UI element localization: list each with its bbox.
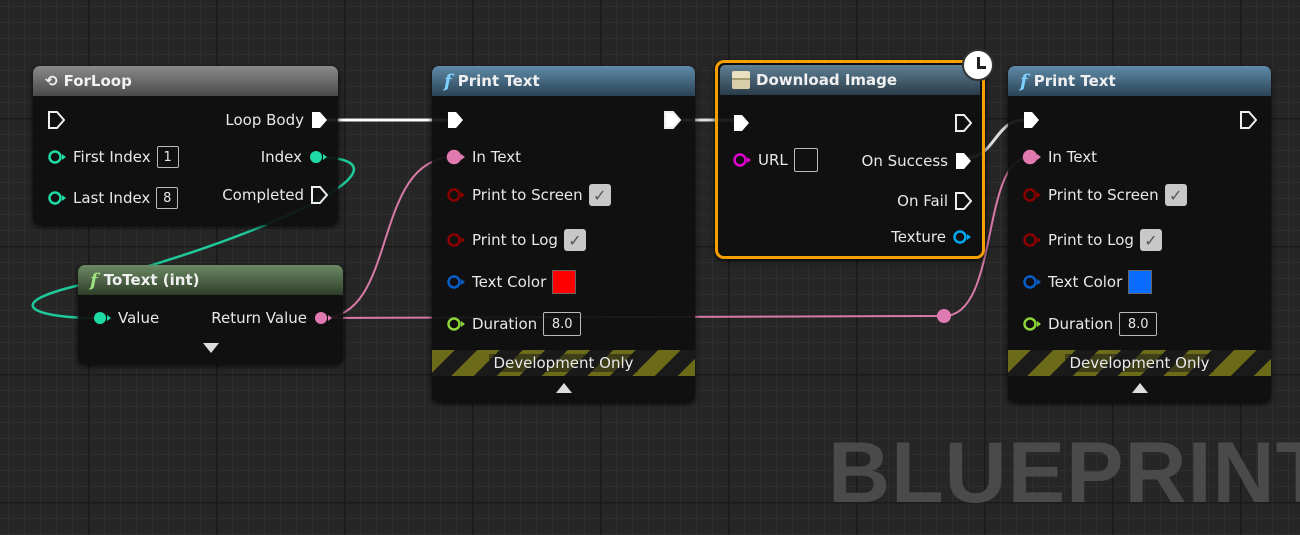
function-icon: f — [444, 70, 452, 92]
text-color-label: Text Color — [472, 273, 547, 291]
pin-icon[interactable] — [446, 232, 466, 248]
url-input[interactable] — [793, 148, 818, 172]
exec-out-pin[interactable] — [954, 111, 972, 135]
duration-label: Duration — [472, 315, 538, 333]
first-index-input[interactable]: 1 — [156, 146, 179, 168]
text-color-swatch[interactable] — [1128, 270, 1153, 294]
in-text-label: In Text — [1048, 148, 1098, 166]
print-text-node-2[interactable]: f Print Text In Text Print to Screen ✓ Pri… — [1008, 66, 1271, 402]
node-title: Print Text — [1033, 72, 1116, 90]
print-to-log-label: Print to Log — [472, 231, 558, 249]
node-title: ToText (int) — [103, 271, 200, 289]
development-only-banner: Development Only — [432, 350, 695, 376]
latent-clock-icon — [962, 49, 994, 81]
print-to-log-checkbox[interactable]: ✓ — [1139, 229, 1162, 251]
string-pin-icon[interactable] — [732, 152, 752, 168]
exec-in-pin[interactable] — [47, 108, 65, 132]
int-pin-icon[interactable] — [47, 149, 67, 165]
text-color-label: Text Color — [1048, 273, 1123, 291]
index-label: Index — [260, 148, 302, 166]
print-to-log-checkbox[interactable]: ✓ — [563, 229, 586, 251]
text-color-swatch[interactable] — [552, 270, 577, 294]
print-text-node-1[interactable]: f Print Text In Text Print to Screen ✓ Pri… — [432, 66, 695, 402]
development-only-label: Development Only — [1065, 354, 1214, 372]
last-index-input[interactable]: 8 — [156, 187, 179, 209]
last-index-label: Last Index — [73, 189, 151, 207]
collapse-arrow-icon[interactable] — [555, 383, 572, 393]
value-label: Value — [118, 309, 160, 327]
loop-icon: ⟲ — [45, 72, 58, 90]
pin-icon[interactable] — [446, 187, 466, 203]
exec-in-pin[interactable] — [446, 108, 464, 132]
completed-label: Completed — [222, 186, 304, 204]
node-title: Print Text — [457, 72, 540, 90]
print-to-screen-label: Print to Screen — [1048, 186, 1159, 204]
return-value-label: Return Value — [211, 309, 307, 327]
download-image-node[interactable]: Download Image URL On Success On Fail Te… — [715, 49, 994, 259]
exec-out-pin[interactable] — [310, 185, 328, 205]
totext-node[interactable]: f ToText (int) Value Return Value — [78, 265, 343, 364]
in-text-label: In Text — [472, 148, 522, 166]
blueprint-watermark: BLUEPRINT — [828, 425, 1300, 521]
loop-body-label: Loop Body — [225, 111, 304, 129]
exec-in-pin[interactable] — [1022, 108, 1040, 132]
object-pin-icon[interactable] — [952, 229, 972, 245]
duration-input[interactable]: 8.0 — [1119, 312, 1158, 336]
pin-icon[interactable] — [446, 316, 466, 332]
pin-icon[interactable] — [1022, 187, 1042, 203]
latent-node-icon — [732, 71, 750, 89]
int-pin-icon[interactable] — [308, 149, 328, 165]
exec-out-pin[interactable] — [663, 108, 681, 132]
print-to-screen-checkbox[interactable]: ✓ — [1164, 184, 1187, 206]
exec-in-pin[interactable] — [732, 111, 750, 135]
pin-icon[interactable] — [446, 274, 466, 290]
forloop-node[interactable]: ⟲ ForLoop First Index 1 Last Index 8 Loop B… — [33, 66, 338, 225]
pin-icon[interactable] — [1022, 274, 1042, 290]
exec-out-pin[interactable] — [954, 191, 972, 211]
exec-out-pin[interactable] — [1239, 108, 1257, 132]
exec-out-pin[interactable] — [310, 110, 328, 130]
reroute-knot — [937, 309, 951, 323]
pin-icon[interactable] — [1022, 316, 1042, 332]
exec-out-pin[interactable] — [954, 151, 972, 171]
pin-icon[interactable] — [1022, 232, 1042, 248]
texture-label: Texture — [891, 228, 946, 246]
text-pin-icon[interactable] — [313, 310, 333, 326]
pin-icon[interactable] — [446, 149, 466, 165]
print-to-log-label: Print to Log — [1048, 231, 1134, 249]
node-title: Download Image — [756, 71, 898, 89]
int-pin-icon[interactable] — [47, 190, 67, 206]
url-label: URL — [758, 151, 788, 169]
first-index-label: First Index — [73, 148, 151, 166]
function-icon: f — [1020, 70, 1028, 92]
duration-label: Duration — [1048, 315, 1114, 333]
expand-arrow-icon[interactable] — [202, 343, 219, 353]
print-to-screen-checkbox[interactable]: ✓ — [588, 184, 611, 206]
function-icon: f — [90, 269, 98, 291]
int-pin-icon[interactable] — [92, 310, 112, 326]
print-to-screen-label: Print to Screen — [472, 186, 583, 204]
development-only-label: Development Only — [489, 354, 638, 372]
development-only-banner: Development Only — [1008, 350, 1271, 376]
collapse-arrow-icon[interactable] — [1131, 383, 1148, 393]
duration-input[interactable]: 8.0 — [543, 312, 582, 336]
pin-icon[interactable] — [1022, 149, 1042, 165]
on-success-label: On Success — [861, 152, 948, 170]
on-fail-label: On Fail — [897, 192, 948, 210]
node-title: ForLoop — [63, 72, 132, 90]
